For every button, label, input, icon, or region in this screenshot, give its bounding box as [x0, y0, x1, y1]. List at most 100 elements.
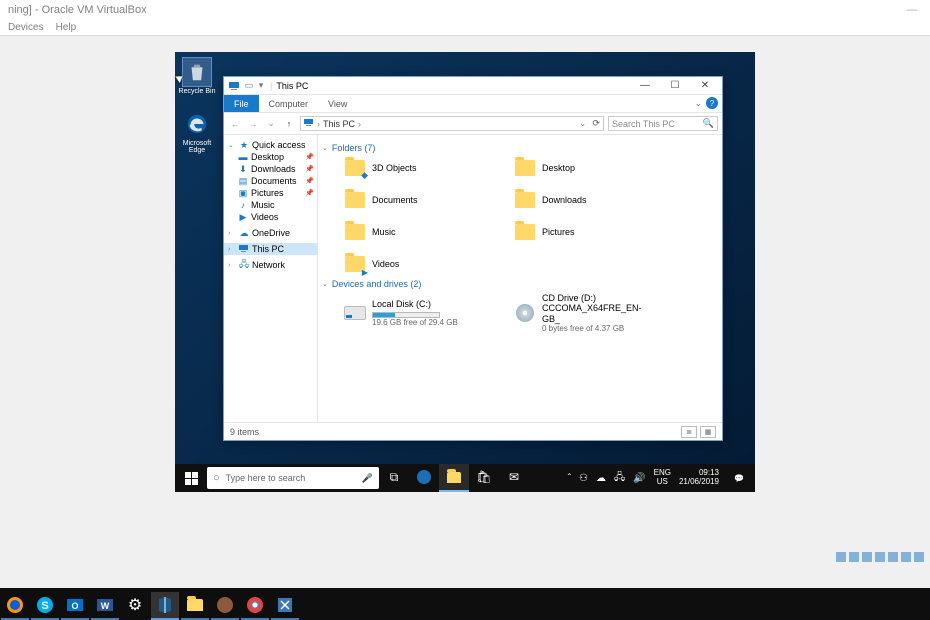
nav-forward-button[interactable]: → — [246, 119, 260, 129]
taskbar-edge[interactable] — [409, 464, 439, 492]
chevron-right-icon[interactable]: › — [358, 119, 361, 129]
content-pane[interactable]: ⌄Folders (7) ◆3D Objects Desktop Documen… — [318, 135, 722, 422]
taskbar-search[interactable]: ○ Type here to search 🎤 — [207, 467, 379, 489]
chevron-right-icon[interactable]: › — [317, 119, 320, 129]
refresh-button[interactable]: ⟳ — [592, 118, 600, 129]
ribbon-tab-computer[interactable]: Computer — [259, 95, 319, 112]
folder-3d-objects[interactable]: ◆3D Objects — [344, 157, 514, 179]
sidebar-onedrive[interactable]: ›☁OneDrive — [224, 227, 317, 239]
sidebar-item-desktop[interactable]: ▬Desktop📌 — [224, 151, 317, 163]
tray-overflow-icon[interactable]: ˆ — [568, 473, 571, 484]
help-button[interactable]: ? — [706, 97, 718, 109]
taskbar-mail[interactable]: ✉ — [499, 464, 529, 492]
address-dropdown-icon[interactable]: ⌄ — [579, 118, 587, 129]
taskbar-task-view[interactable]: ⧉ — [379, 464, 409, 492]
nav-up-button[interactable]: ↑ — [282, 119, 296, 129]
folder-downloads[interactable]: Downloads — [514, 189, 684, 211]
drive-local-c[interactable]: Local Disk (C:) 19.6 GB free of 29.4 GB — [344, 293, 514, 333]
ribbon-tab-view[interactable]: View — [318, 95, 357, 112]
taskbar-explorer[interactable] — [439, 464, 469, 492]
host-app-snip[interactable] — [271, 592, 299, 620]
sidebar-item-downloads[interactable]: ⬇Downloads📌 — [224, 163, 317, 175]
sidebar-item-videos[interactable]: ▶Videos — [224, 211, 317, 223]
nav-recent-button[interactable]: ⌄ — [264, 118, 278, 129]
action-center-button[interactable]: 💬 — [727, 464, 751, 492]
vbox-net-icon[interactable] — [862, 552, 872, 562]
host-app-chrome[interactable] — [241, 592, 269, 620]
sidebar-item-pictures[interactable]: ▣Pictures📌 — [224, 187, 317, 199]
taskbar-store[interactable]: 🛍 — [469, 464, 499, 492]
group-header-folders[interactable]: ⌄Folders (7) — [322, 143, 716, 153]
folder-pictures[interactable]: Pictures — [514, 221, 684, 243]
host-app-generic[interactable] — [211, 592, 239, 620]
vbox-shared-icon[interactable] — [888, 552, 898, 562]
view-large-button[interactable]: ▦ — [700, 426, 716, 438]
recycle-bin-icon — [183, 58, 211, 86]
search-icon[interactable]: 🔍 — [703, 118, 714, 129]
maximize-button[interactable]: ☐ — [662, 77, 688, 95]
host-app-firefox[interactable] — [1, 592, 29, 620]
guest-desktop[interactable]: Recycle Bin Microsoft Edge ▭ ▾ | This PC… — [175, 52, 755, 492]
start-button[interactable] — [175, 464, 207, 492]
pin-icon: 📌 — [305, 189, 314, 197]
tray-people-icon[interactable]: ⚇ — [579, 473, 588, 484]
tray-network-icon[interactable]: 🖧 — [614, 470, 625, 487]
tile-label: 3D Objects — [372, 163, 417, 173]
sidebar-label: OneDrive — [252, 228, 290, 238]
folder-videos[interactable]: ▶Videos — [344, 253, 514, 275]
explorer-titlebar[interactable]: ▭ ▾ | This PC — ☐ ✕ — [224, 77, 722, 95]
minimize-button[interactable]: — — [632, 77, 658, 95]
vbox-status-icons[interactable] — [836, 552, 924, 562]
sidebar-item-music[interactable]: ♪Music — [224, 199, 317, 211]
vbox-usb-icon[interactable] — [875, 552, 885, 562]
tray-clock[interactable]: 09:1321/06/2019 — [679, 469, 719, 487]
host-app-settings[interactable]: ⚙ — [121, 592, 149, 620]
tray-language[interactable]: ENGUS — [654, 469, 671, 487]
group-header-drives[interactable]: ⌄Devices and drives (2) — [322, 279, 716, 289]
sidebar-network[interactable]: ›🖧Network — [224, 259, 317, 271]
system-tray: ˆ ⚇ ☁ 🖧 🔊 ENGUS 09:1321/06/2019 💬 — [568, 464, 755, 492]
vbox-menu-devices[interactable]: Devices — [8, 22, 44, 33]
vbox-hdd-icon[interactable] — [836, 552, 846, 562]
mic-icon[interactable]: 🎤 — [362, 473, 373, 484]
sidebar-this-pc[interactable]: ›This PC — [224, 243, 317, 255]
host-app-skype[interactable]: S — [31, 592, 59, 620]
folder-desktop[interactable]: Desktop — [514, 157, 684, 179]
host-app-virtualbox[interactable] — [151, 592, 179, 620]
sidebar-item-documents[interactable]: ▤Documents📌 — [224, 175, 317, 187]
tile-sublabel: 19.6 GB free of 29.4 GB — [372, 318, 458, 327]
folder-documents[interactable]: Documents — [344, 189, 514, 211]
tray-onedrive-icon[interactable]: ☁ — [596, 473, 606, 484]
view-details-button[interactable]: ≣ — [681, 426, 697, 438]
tray-volume-icon[interactable]: 🔊 — [633, 473, 645, 484]
videos-icon: ▶ — [238, 212, 248, 222]
search-box[interactable]: Search This PC 🔍 — [608, 116, 718, 131]
qat-properties-icon[interactable]: ▭ — [244, 81, 254, 91]
ribbon-tab-file[interactable]: File — [224, 95, 259, 112]
this-pc-icon — [239, 244, 249, 254]
vbox-menu-help[interactable]: Help — [56, 22, 77, 33]
qat-new-folder-icon[interactable]: ▾ — [256, 81, 266, 91]
breadcrumb-item[interactable]: This PC — [323, 119, 355, 129]
pin-icon: 📌 — [305, 165, 314, 173]
chevron-right-icon: › — [228, 246, 236, 253]
folder-music[interactable]: Music — [344, 221, 514, 243]
vbox-display-icon[interactable] — [901, 552, 911, 562]
cloud-icon: ☁ — [239, 228, 249, 238]
vbox-recording-icon[interactable] — [914, 552, 924, 562]
drive-cd-d[interactable]: CD Drive (D:) CCCOMA_X64FRE_EN-GB_ 0 byt… — [514, 293, 684, 333]
ribbon-expand-icon[interactable]: ⌄ — [694, 98, 702, 109]
search-icon: ○ — [213, 472, 220, 484]
address-bar[interactable]: › This PC › ⌄ ⟳ — [300, 116, 604, 131]
desktop-icon-edge[interactable]: Microsoft Edge — [177, 110, 217, 154]
sidebar-quick-access[interactable]: ⌄★Quick access — [224, 139, 317, 151]
vbox-min-button[interactable]: — — [902, 4, 922, 16]
nav-back-button[interactable]: ← — [228, 119, 242, 129]
close-button[interactable]: ✕ — [692, 77, 718, 95]
desktop-icon-recycle-bin[interactable]: Recycle Bin — [177, 58, 217, 95]
nav-bar: ← → ⌄ ↑ › This PC › ⌄ ⟳ Search This PC 🔍 — [224, 113, 722, 135]
host-app-outlook[interactable]: O — [61, 592, 89, 620]
host-app-explorer[interactable] — [181, 592, 209, 620]
host-app-word[interactable]: W — [91, 592, 119, 620]
vbox-optical-icon[interactable] — [849, 552, 859, 562]
